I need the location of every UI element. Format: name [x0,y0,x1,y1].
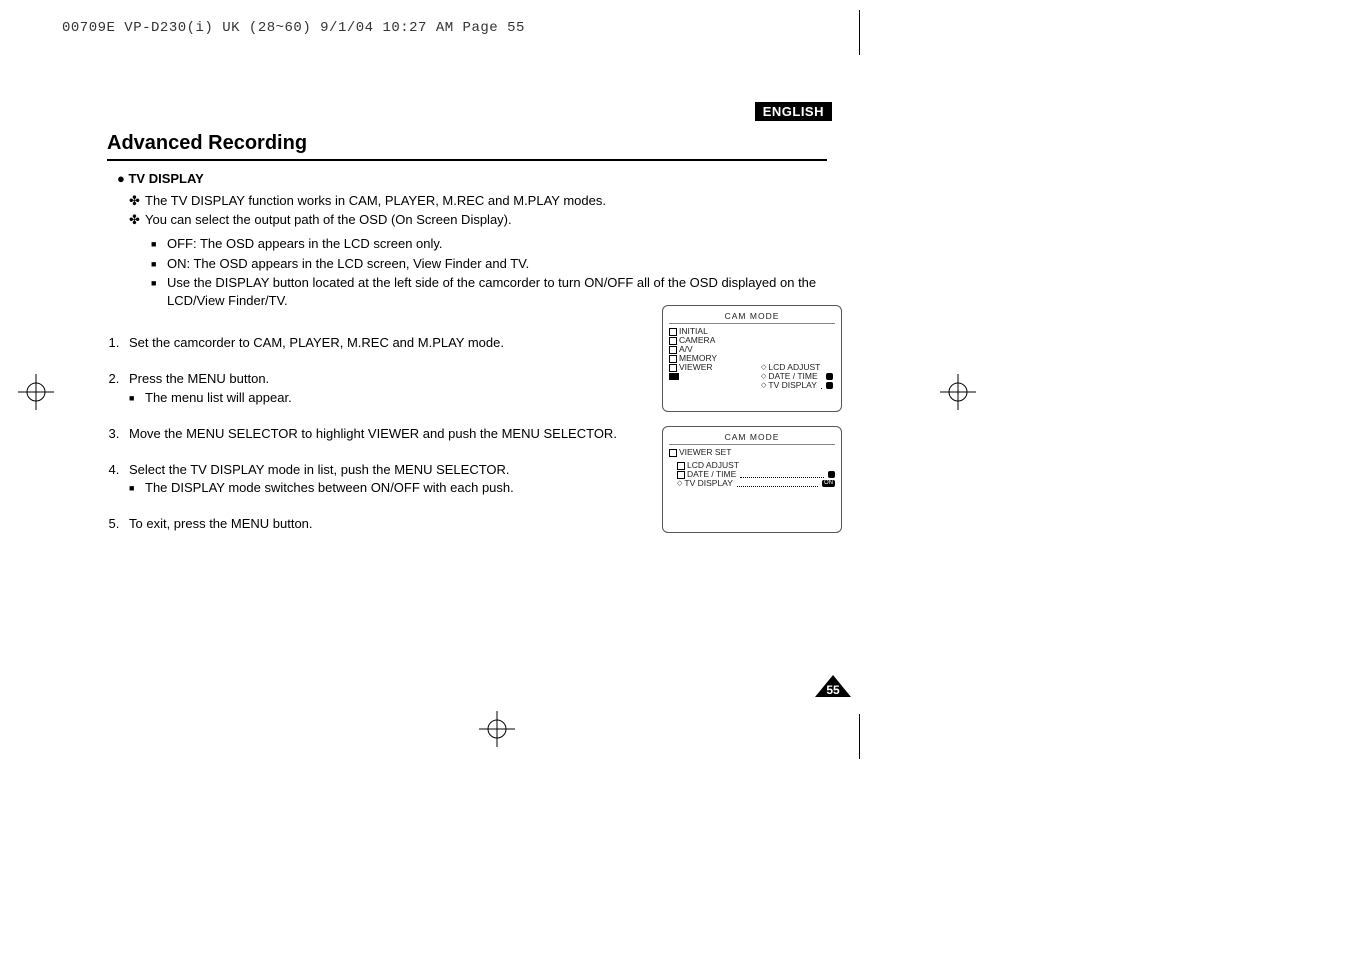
step-text: Set the camcorder to CAM, PLAYER, M.REC … [129,335,504,350]
value-pill [826,382,833,389]
registration-mark-icon [479,711,515,747]
osd-subheading: VIEWER SET [679,448,731,457]
menu-box-icon [669,346,677,354]
dots-leader [821,383,822,389]
intro-square-item: OFF: The OSD appears in the LCD screen o… [151,235,827,253]
registration-mark-icon [18,374,54,410]
return-icon [669,373,679,380]
menu-box-icon [669,337,677,345]
menu-item-label: TV DISPLAY [684,479,733,488]
menu-left-item: VIEWER [679,363,713,372]
value-pill: ON [822,480,835,487]
sub-heading: TV DISPLAY [117,171,827,186]
dots-leader [737,481,818,487]
menu-box-icon [669,449,677,457]
menu-box-icon [677,462,685,470]
intro-square-item: ON: The OSD appears in the LCD screen, V… [151,255,827,273]
osd-screen-2: CAM MODE VIEWER SET LCD ADJUST DATE / TI… [662,426,842,533]
crop-tick-icon [859,10,860,55]
diamond-icon: ◇ [677,480,682,487]
menu-box-icon [669,364,677,372]
diamond-icon: ◇ [761,373,766,380]
osd-screen-1: CAM MODE INITIAL CAMERA A/V MEMORY VIEWE… [662,305,842,412]
registration-mark-icon [940,374,976,410]
step-text: To exit, press the MENU button. [129,516,313,531]
menu-right-item: TV DISPLAY [768,381,817,390]
language-badge: ENGLISH [755,102,832,121]
menu-box-icon [669,355,677,363]
value-pill [828,471,835,478]
menu-box-icon [669,328,677,336]
diamond-icon: ◇ [761,364,766,371]
print-header-text: 00709E VP-D230(i) UK (28~60) 9/1/04 10:2… [62,20,525,36]
osd-title: CAM MODE [669,431,835,445]
intro-bullet-list: The TV DISPLAY function works in CAM, PL… [129,192,827,229]
dots-leader [740,472,823,478]
intro-bullet: You can select the output path of the OS… [129,211,827,229]
crop-tick-icon [859,714,860,759]
value-pill [826,373,833,380]
step-text: Select the TV DISPLAY mode in list, push… [129,462,510,477]
step-text: Press the MENU button. [129,371,269,386]
section-title: Advanced Recording [107,132,827,161]
intro-bullet: The TV DISPLAY function works in CAM, PL… [129,192,827,210]
osd-title: CAM MODE [669,310,835,324]
step-text: Move the MENU SELECTOR to highlight VIEW… [129,426,617,441]
intro-square-list: OFF: The OSD appears in the LCD screen o… [151,235,827,310]
diamond-icon: ◇ [761,382,766,389]
page-number: 55 [815,683,851,697]
